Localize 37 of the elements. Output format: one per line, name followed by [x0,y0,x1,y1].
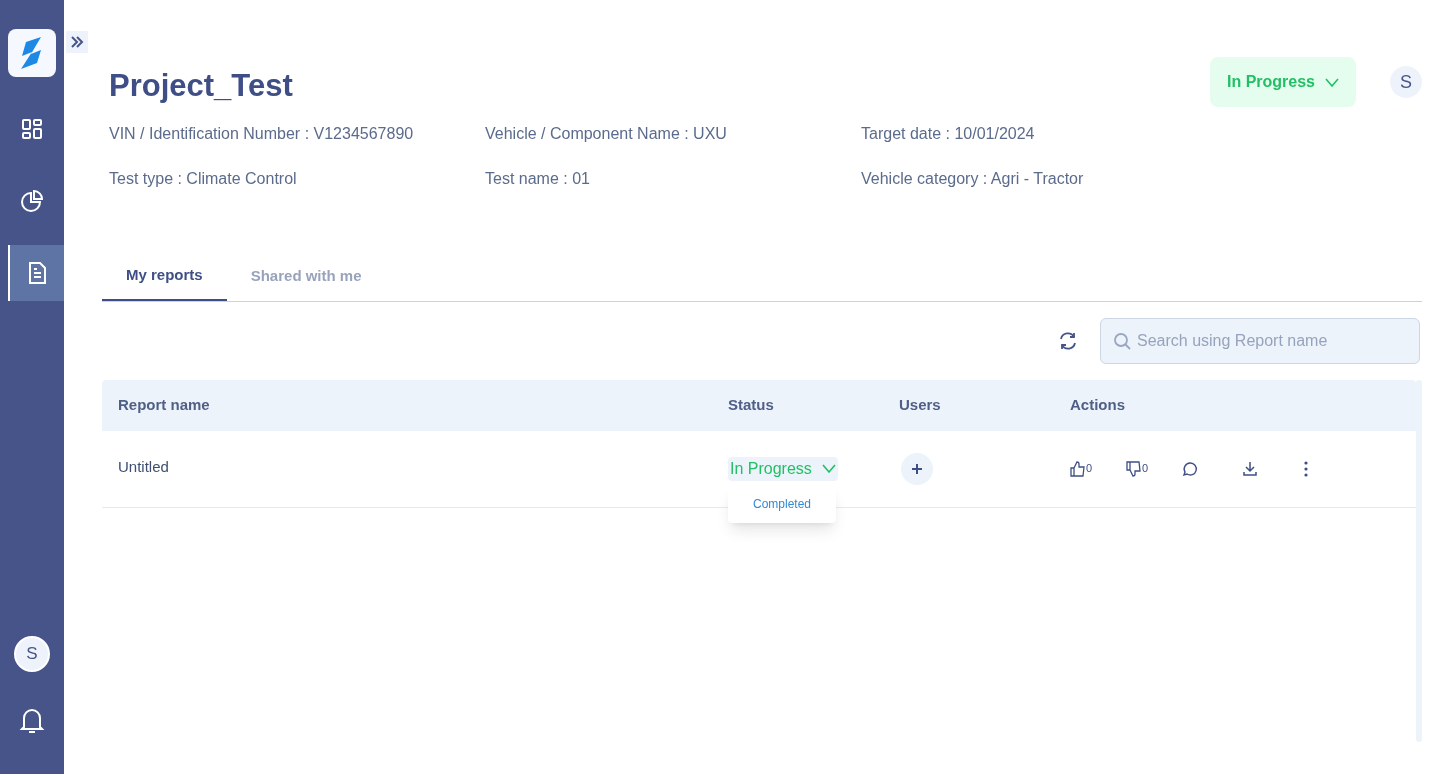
bell-icon[interactable] [19,706,45,734]
user-avatar[interactable]: S [1390,66,1422,98]
like-button[interactable]: 0 [1070,460,1126,477]
more-options-icon[interactable] [1304,460,1308,477]
download-icon[interactable] [1242,460,1258,477]
table-cell: Untitled [118,458,169,476]
column-header: Status [728,395,774,413]
pie-chart-icon [20,189,44,213]
detail-text: Target date : 10/01/2024 [861,123,1036,144]
menu-option[interactable]: Completed [753,494,811,513]
nav-item[interactable] [8,245,64,301]
detail-text: Vehicle / Component Name : UXU [485,123,728,144]
comment-icon[interactable] [1182,460,1198,477]
grid-icon [21,118,43,140]
project-title: Project_Test [109,67,293,105]
column-header: Users [899,395,941,413]
double-chevron-icon [70,36,84,48]
thumbs-up-icon [1070,460,1086,477]
expand-sidebar-button[interactable] [66,31,88,53]
chevron-down-icon [821,464,836,473]
column-header: Report name [118,395,210,413]
user-avatar[interactable]: S [14,636,50,672]
detail-text: VIN / Identification Number : V1234567890 [109,123,415,144]
refresh-icon[interactable] [1058,330,1078,351]
thumbs-down-icon [1126,460,1142,477]
dislike-button[interactable]: 0 [1126,460,1178,477]
document-icon [27,261,47,285]
plus-icon [912,463,922,474]
search-field[interactable]: Search using Report name [1100,317,1420,364]
detail-text: Vehicle category : Agri - Tractor [861,168,1085,189]
tab[interactable]: My reports [102,252,227,301]
detail-text: Test name : 01 [485,168,591,189]
add-user-button[interactable] [901,452,933,485]
chevron-down-icon [1325,77,1339,87]
column-header: Actions [1070,395,1125,413]
app-logo[interactable] [8,29,56,77]
detail-text: Test type : Climate Control [109,168,298,189]
